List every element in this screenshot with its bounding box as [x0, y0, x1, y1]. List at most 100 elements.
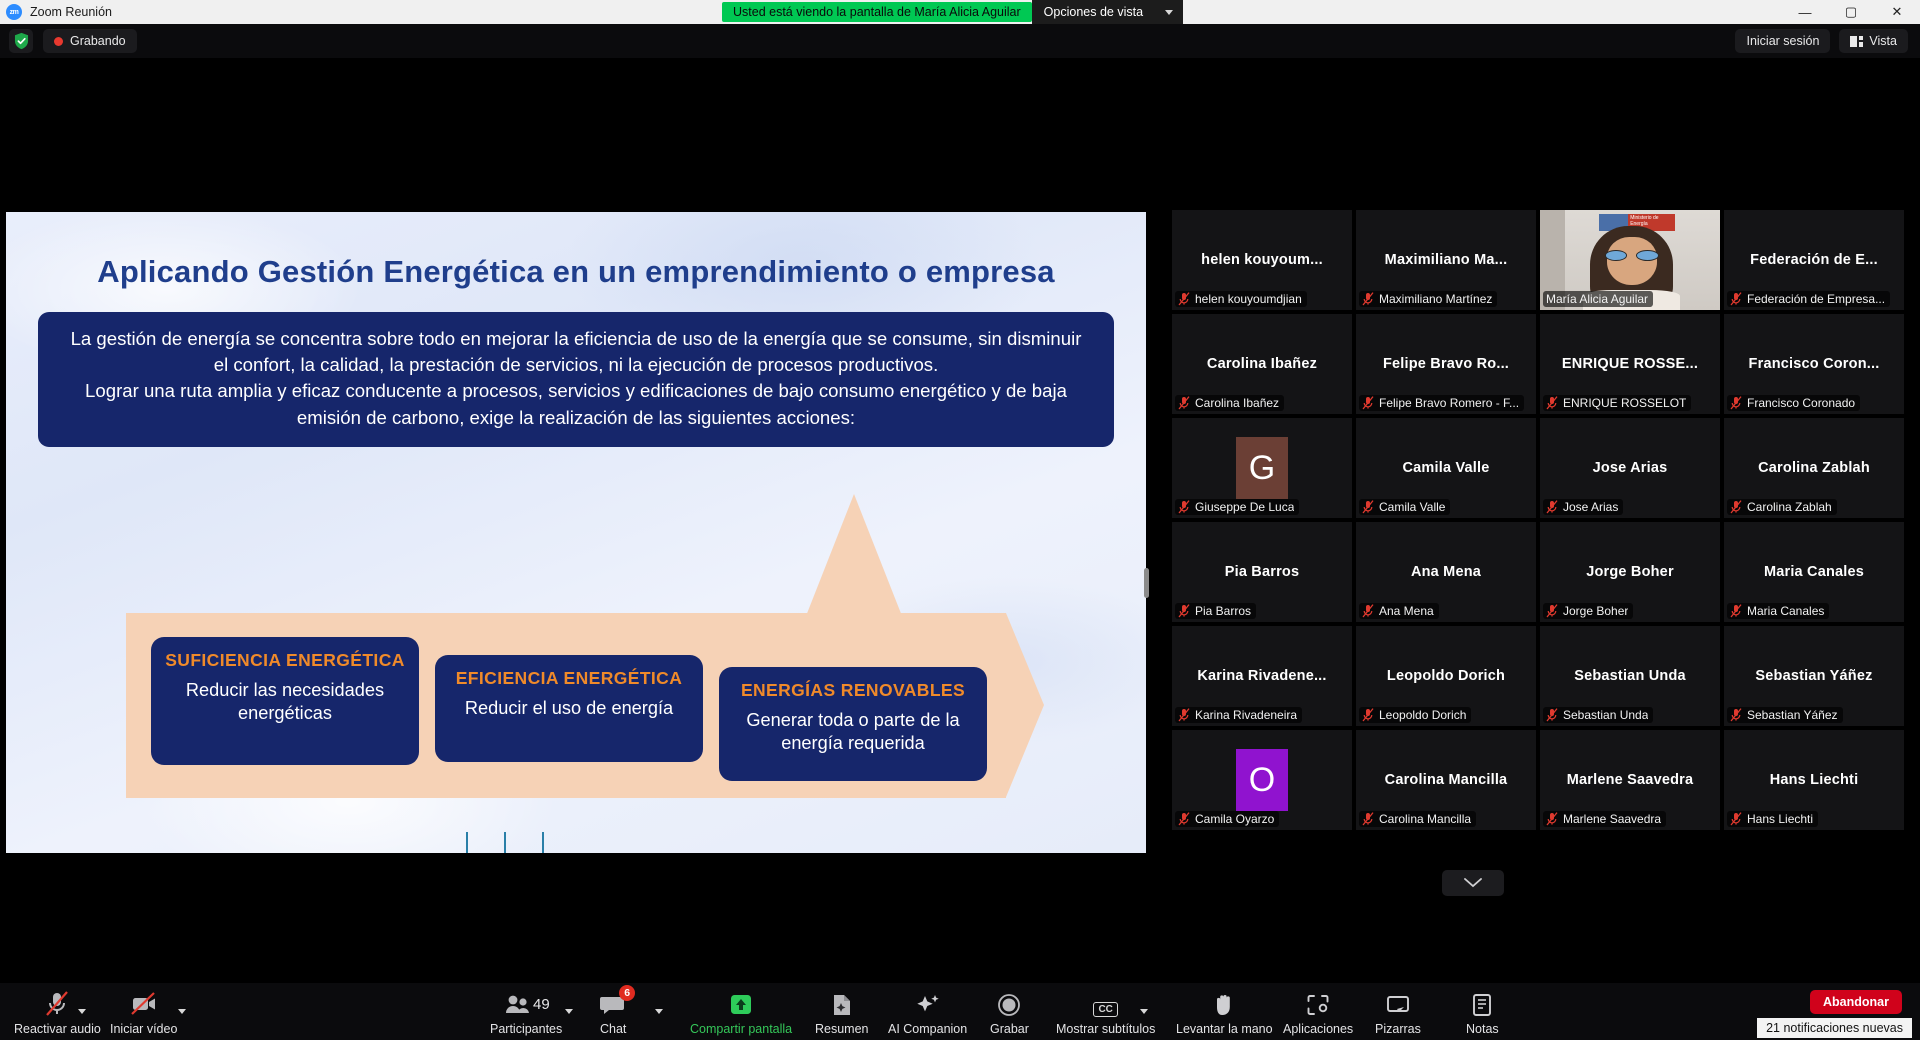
participant-name-bar: María Alicia Aguilar	[1543, 291, 1654, 307]
participant-name: Karina Rivadeneira	[1195, 708, 1298, 722]
mic-muted-icon	[1178, 292, 1190, 306]
minimize-button[interactable]: —	[1782, 0, 1828, 24]
participant-tile[interactable]: Maximiliano Ma... Maximiliano Martínez	[1356, 210, 1536, 310]
participant-row: helen kouyoum... helen kouyoumdjian Maximi…	[1172, 210, 1920, 310]
slide-cards: SUFICIENCIA ENERGÉTICA Reducir las neces…	[6, 212, 1146, 853]
video-options-caret[interactable]	[178, 1009, 186, 1014]
participant-tile[interactable]: Leopoldo Dorich Leopoldo Dorich	[1356, 626, 1536, 726]
toolbar-summary-button[interactable]: Resumen	[815, 991, 869, 1036]
share-screen-icon	[728, 991, 754, 1017]
mic-muted-icon	[1730, 396, 1742, 410]
participant-tile[interactable]: Carolina Mancilla Carolina Mancilla	[1356, 730, 1536, 830]
participant-tile[interactable]: Marlene Saavedra Marlene Saavedra	[1540, 730, 1720, 830]
participant-tile[interactable]: Carolina Zablah Carolina Zablah	[1724, 418, 1904, 518]
participant-tile[interactable]: Federación de E... Federación de Empresa.…	[1724, 210, 1904, 310]
participants-options-caret[interactable]	[565, 1009, 573, 1014]
participant-tile[interactable]: ENRIQUE ROSSE... ENRIQUE ROSSELOT	[1540, 314, 1720, 414]
participant-tile[interactable]: helen kouyoum... helen kouyoumdjian	[1172, 210, 1352, 310]
mic-muted-icon	[1546, 396, 1558, 410]
sign-in-button[interactable]: Iniciar sesión	[1735, 29, 1831, 53]
shared-screen-stage: Aplicando Gestión Energética en un empre…	[0, 58, 1150, 983]
chat-icon: 6	[600, 985, 636, 1017]
participant-name: Felipe Bravo Romero - F...	[1379, 396, 1520, 410]
participant-name-bar: Sebastian Unda	[1543, 707, 1654, 723]
view-options-button[interactable]: Opciones de vista	[1031, 0, 1184, 24]
participant-tile[interactable]: Jorge Boher Jorge Boher	[1540, 522, 1720, 622]
recording-indicator[interactable]: Grabando	[43, 29, 137, 53]
participant-tile[interactable]: Sebastian Yáñez Sebastian Yáñez	[1724, 626, 1904, 726]
participant-name-bar: Leopoldo Dorich	[1359, 707, 1472, 723]
participant-tile[interactable]: Francisco Coron... Francisco Coronado	[1724, 314, 1904, 414]
participant-name: Federación de Empresa...	[1747, 292, 1886, 306]
closed-captions-icon: CC	[1093, 991, 1118, 1017]
participant-name: María Alicia Aguilar	[1546, 292, 1649, 306]
participant-tile[interactable]: Felipe Bravo Ro... Felipe Bravo Romero - …	[1356, 314, 1536, 414]
mic-muted-icon	[1730, 500, 1742, 514]
participant-name: Carolina Zablah	[1747, 500, 1832, 514]
participant-tile[interactable]: Carolina Ibañez Carolina Ibañez	[1172, 314, 1352, 414]
audio-options-caret[interactable]	[78, 1009, 86, 1014]
toolbar-chat-button[interactable]: 6 Chat	[600, 985, 636, 1036]
security-shield-button[interactable]	[9, 29, 33, 53]
toolbar-raise-hand-button[interactable]: Levantar la mano	[1176, 991, 1273, 1036]
toolbar-audio-button[interactable]: Reactivar audio	[14, 991, 101, 1036]
participant-name-bar: Felipe Bravo Romero - F...	[1359, 395, 1525, 411]
participant-tile[interactable]: O Camila Oyarzo	[1172, 730, 1352, 830]
card-body: Reducir las necesidades energéticas	[185, 680, 385, 723]
participant-row: Carolina Ibañez Carolina Ibañez Felipe Bra…	[1172, 314, 1920, 414]
participant-name-bar: helen kouyoumdjian	[1175, 291, 1307, 307]
view-button[interactable]: Vista	[1839, 29, 1908, 53]
participant-name: Maximiliano Martínez	[1379, 292, 1493, 306]
participant-name: Francisco Coronado	[1747, 396, 1856, 410]
mic-muted-icon	[1730, 708, 1742, 722]
participant-display-name: Carolina Mancilla	[1384, 772, 1508, 788]
avatar: G	[1236, 437, 1288, 499]
captions-options-caret[interactable]	[1140, 1009, 1148, 1014]
maximize-button[interactable]: ▢	[1828, 0, 1874, 24]
screen-share-banner: Usted está viendo la pantalla de María A…	[722, 2, 1032, 22]
toolbar-whiteboards-button[interactable]: Pizarras	[1375, 991, 1421, 1036]
participant-display-name: Ana Mena	[1410, 564, 1482, 580]
notifications-toast[interactable]: 21 notificaciones nuevas	[1757, 1018, 1912, 1038]
participant-name-bar: Carolina Mancilla	[1359, 811, 1477, 827]
participant-tile[interactable]: Ana Mena Ana Mena	[1356, 522, 1536, 622]
participant-tile[interactable]: Hans Liechti Hans Liechti	[1724, 730, 1904, 830]
mic-muted-icon	[1546, 812, 1558, 826]
participant-name: Jorge Boher	[1563, 604, 1629, 618]
toolbar-share-screen-button[interactable]: Compartir pantalla	[690, 991, 792, 1036]
toolbar-ai-companion-button[interactable]: AI Companion	[888, 991, 967, 1036]
participant-tile[interactable]: Maria Canales Maria Canales	[1724, 522, 1904, 622]
participant-tile[interactable]: Karina Rivadene... Karina Rivadeneira	[1172, 626, 1352, 726]
participant-name-bar: Giuseppe De Luca	[1175, 499, 1300, 515]
participant-tile[interactable]: Pia Barros Pia Barros	[1172, 522, 1352, 622]
share-resize-handle[interactable]	[1144, 568, 1149, 598]
toolbar-participants-button[interactable]: 49 Participantes	[490, 991, 562, 1036]
participant-name: ENRIQUE ROSSELOT	[1563, 396, 1687, 410]
raise-hand-label: Levantar la mano	[1176, 1022, 1273, 1036]
toolbar-apps-button[interactable]: Aplicaciones	[1283, 991, 1353, 1036]
participant-display-name: Hans Liechti	[1769, 772, 1859, 788]
mic-muted-icon	[1362, 812, 1374, 826]
toolbar-record-button[interactable]: Grabar	[990, 991, 1029, 1036]
chat-options-caret[interactable]	[655, 1009, 663, 1014]
participant-display-name: Carolina Ibañez	[1206, 356, 1318, 372]
participant-name: Sebastian Unda	[1563, 708, 1649, 722]
participant-tile[interactable]: Camila Valle Camila Valle	[1356, 418, 1536, 518]
participant-display-name: ENRIQUE ROSSE...	[1561, 356, 1699, 372]
participant-display-name: Maximiliano Ma...	[1384, 252, 1508, 268]
leave-meeting-button[interactable]: Abandonar	[1810, 990, 1902, 1014]
layout-grid-icon	[1850, 35, 1864, 47]
gallery-next-page-button[interactable]	[1442, 870, 1504, 896]
toolbar-notes-button[interactable]: Notas	[1466, 991, 1499, 1036]
toolbar-video-button[interactable]: Iniciar vídeo	[110, 991, 177, 1036]
close-button[interactable]: ✕	[1874, 0, 1920, 24]
participant-tile[interactable]: G Giuseppe De Luca	[1172, 418, 1352, 518]
participant-name: Leopoldo Dorich	[1379, 708, 1467, 722]
recording-label: Grabando	[70, 34, 126, 48]
participant-name: Camila Valle	[1379, 500, 1446, 514]
participant-display-name: Carolina Zablah	[1758, 460, 1870, 476]
sign-in-label: Iniciar sesión	[1746, 34, 1820, 48]
participant-tile[interactable]: Jose Arias Jose Arias	[1540, 418, 1720, 518]
participant-tile[interactable]: Ministerio de Energía María Alicia Aguila…	[1540, 210, 1720, 310]
participant-tile[interactable]: Sebastian Unda Sebastian Unda	[1540, 626, 1720, 726]
